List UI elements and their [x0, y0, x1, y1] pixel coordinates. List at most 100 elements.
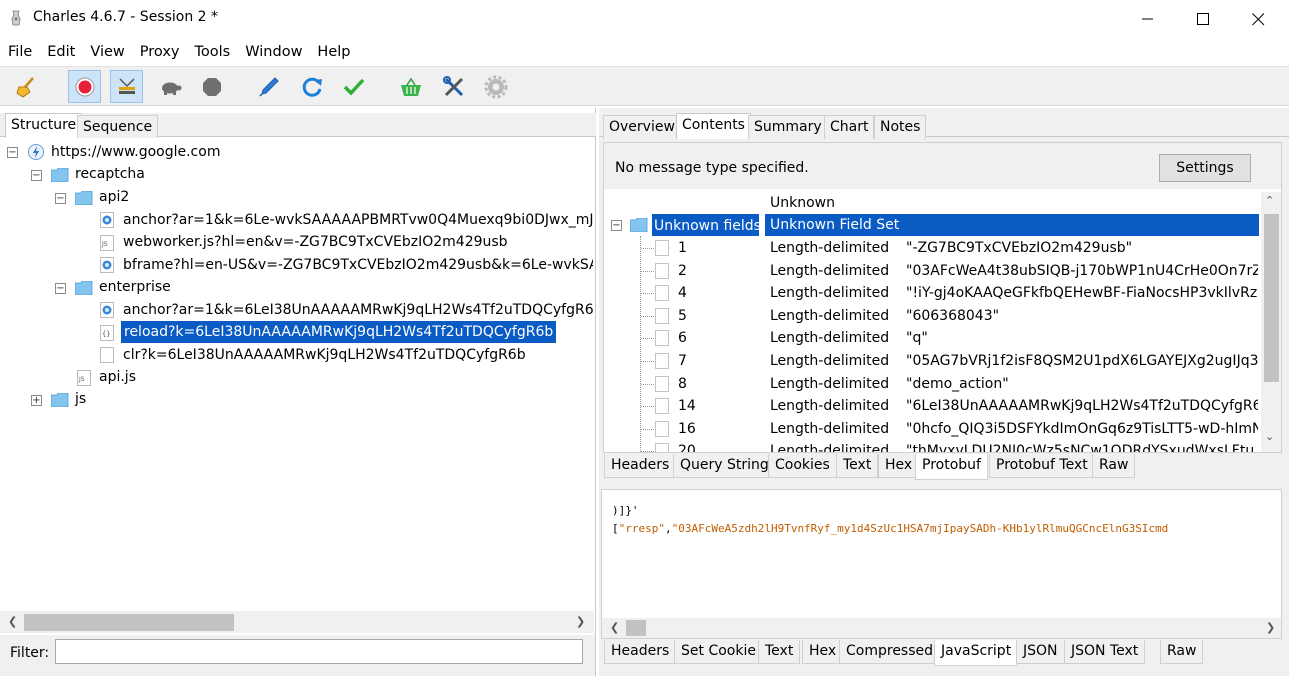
scrollbar-thumb[interactable]: [626, 620, 646, 636]
response-tab-raw[interactable]: Raw: [1160, 640, 1204, 664]
response-tab-headers[interactable]: Headers: [604, 640, 677, 664]
protobuf-field-row[interactable]: 16 Length-delimited "0hcfo_QIQ3i5DSFYkdImO…: [604, 418, 1260, 441]
scroll-left-icon[interactable]: ❮: [610, 621, 619, 634]
menu-bar: File Edit View Proxy Tools Window Help: [0, 41, 1289, 65]
compose-button[interactable]: [252, 70, 285, 103]
blank-file-icon: [100, 347, 114, 363]
field-type: Length-delimited: [770, 240, 890, 256]
settings-button[interactable]: [479, 70, 512, 103]
field-file-icon: [655, 375, 669, 392]
record-button[interactable]: [68, 70, 101, 103]
request-tab-text[interactable]: Text: [836, 454, 879, 478]
scroll-left-icon[interactable]: ❮: [8, 615, 17, 628]
collapse-api2-toggle[interactable]: −: [55, 193, 66, 204]
menu-file[interactable]: File: [0, 41, 39, 65]
menu-proxy[interactable]: Proxy: [132, 41, 187, 65]
protobuf-vertical-scrollbar[interactable]: ⌃ ⌄: [1261, 192, 1281, 452]
menu-edit[interactable]: Edit: [39, 41, 82, 65]
tab-chart[interactable]: Chart: [824, 115, 875, 139]
protobuf-field-row[interactable]: 4 Length-delimited "!iY-gj4oKAAQeGFkfbQEHe…: [604, 282, 1260, 305]
protobuf-field-row[interactable]: 5 Length-delimited "606368043": [604, 305, 1260, 328]
repeat-button[interactable]: [295, 70, 328, 103]
collapse-host-toggle[interactable]: −: [7, 147, 18, 158]
pen-icon: [258, 76, 279, 97]
response-tab-javascript[interactable]: JavaScript: [934, 640, 1019, 666]
scrollbar-thumb[interactable]: [24, 614, 234, 631]
title-bar: Charles 4.6.7 - Session 2 *: [0, 0, 1289, 38]
request-tab-raw[interactable]: Raw: [1092, 454, 1136, 478]
menu-tools[interactable]: Tools: [187, 41, 238, 65]
tab-contents[interactable]: Contents: [676, 113, 751, 139]
tree-item-anchor-enterprise[interactable]: anchor?ar=1&k=6LeI38UnAAAAAMRwKj9qLH2Ws4…: [123, 299, 593, 321]
scroll-up-icon[interactable]: ⌃: [1265, 194, 1274, 207]
response-tab-text[interactable]: Text: [758, 640, 801, 664]
tab-overview[interactable]: Overview: [603, 115, 681, 139]
host-icon: [28, 144, 44, 160]
tree-item-anchor-api2[interactable]: anchor?ar=1&k=6Le-wvkSAAAAAPBMRTvw0Q4Mue…: [123, 209, 593, 231]
protobuf-field-row[interactable]: 14 Length-delimited "6LeI38UnAAAAAMRwKj9qL…: [604, 395, 1260, 418]
scroll-right-icon[interactable]: ❯: [1266, 621, 1275, 634]
tab-notes[interactable]: Notes: [874, 115, 927, 139]
tree-item-bframe[interactable]: bframe?hl=en-US&v=-ZG7BC9TxCVEbzIO2m429u…: [123, 254, 593, 276]
response-tab-json-text[interactable]: JSON Text: [1064, 640, 1146, 664]
scrollbar-thumb[interactable]: [1264, 214, 1279, 382]
settings-button[interactable]: Settings: [1159, 154, 1251, 182]
tab-summary[interactable]: Summary: [748, 115, 828, 139]
stop-button[interactable]: [195, 70, 228, 103]
structure-horizontal-scrollbar[interactable]: ❮ ❯: [0, 611, 594, 633]
tree-folder-enterprise[interactable]: enterprise: [99, 276, 171, 298]
minimize-button[interactable]: [1125, 0, 1171, 38]
tree-item-reload-selected[interactable]: reload?k=6LeI38UnAAAAAMRwKj9qLH2Ws4Tf2uT…: [121, 321, 557, 343]
tab-structure[interactable]: Structure: [5, 113, 83, 139]
protobuf-field-row[interactable]: 1 Length-delimited "-ZG7BC9TxCVEbzIO2m429u…: [604, 237, 1260, 260]
request-tab-query-string[interactable]: Query String: [673, 454, 776, 478]
response-tab-json[interactable]: JSON: [1016, 640, 1065, 664]
tree-item-webworker[interactable]: webworker.js?hl=en&v=-ZG7BC9TxCVEbzIO2m4…: [123, 231, 508, 253]
json-key: "rresp": [618, 522, 665, 535]
clear-session-button[interactable]: [9, 70, 42, 103]
response-tab-compressed[interactable]: Compressed: [839, 640, 941, 664]
menu-help[interactable]: Help: [309, 41, 357, 65]
menu-view[interactable]: View: [82, 41, 131, 65]
request-tab-hex[interactable]: Hex: [878, 454, 920, 478]
request-tab-cookies[interactable]: Cookies: [768, 454, 837, 478]
settings-icon: [484, 75, 507, 98]
response-tab-set-cookie[interactable]: Set Cookie: [674, 640, 763, 664]
protobuf-field-row[interactable]: 6 Length-delimited "q": [604, 327, 1260, 350]
response-tab-hex[interactable]: Hex: [802, 640, 844, 664]
folder-icon: [51, 393, 69, 407]
tools-button[interactable]: [437, 70, 470, 103]
breakpoints-button[interactable]: [154, 70, 187, 103]
request-tab-protobuf[interactable]: Protobuf: [915, 454, 988, 480]
tab-sequence[interactable]: Sequence: [77, 115, 159, 139]
collapse-enterprise-toggle[interactable]: −: [55, 283, 66, 294]
shopping-basket-button[interactable]: [394, 70, 427, 103]
tree-folder-js[interactable]: js: [75, 388, 86, 410]
request-tab-protobuf-text[interactable]: Protobuf Text: [989, 454, 1095, 478]
throttle-button[interactable]: [110, 70, 143, 103]
collapse-recaptcha-toggle[interactable]: −: [31, 170, 42, 181]
collapse-unknown-fields-toggle[interactable]: −: [611, 220, 622, 231]
close-button[interactable]: [1235, 0, 1281, 38]
expand-js-toggle[interactable]: +: [31, 395, 42, 406]
scroll-right-icon[interactable]: ❯: [576, 615, 585, 628]
tree-folder-recaptcha[interactable]: recaptcha: [75, 163, 145, 185]
tree-folder-api2[interactable]: api2: [99, 186, 129, 208]
tree-item-clr[interactable]: clr?k=6LeI38UnAAAAAMRwKj9qLH2Ws4Tf2uTDQC…: [123, 344, 526, 366]
filter-input[interactable]: [55, 639, 583, 664]
tree-host[interactable]: https://www.google.com: [51, 141, 220, 163]
validate-button[interactable]: [337, 70, 370, 103]
protobuf-field-row[interactable]: 7 Length-delimited "05AG7bVRj1f2isF8QSM2U1…: [604, 350, 1260, 373]
scroll-down-icon[interactable]: ⌄: [1265, 430, 1274, 443]
maximize-button[interactable]: [1180, 0, 1226, 38]
response-horizontal-scrollbar[interactable]: ❮ ❯: [602, 618, 1281, 638]
tree-item-api-js[interactable]: api.js: [99, 366, 136, 388]
menu-window[interactable]: Window: [237, 41, 309, 65]
field-number: 5: [678, 307, 687, 324]
unknown-fields-node[interactable]: Unknown fields: [654, 215, 761, 237]
protobuf-field-row[interactable]: 8 Length-delimited "demo_action": [604, 373, 1260, 396]
tools-icon: [442, 75, 463, 96]
protobuf-field-row[interactable]: 2 Length-delimited "03AFcWeA4t38ubSIQB-j17…: [604, 260, 1260, 283]
request-tab-headers[interactable]: Headers: [604, 454, 677, 478]
protobuf-field-row[interactable]: 20 Length-delimited "thMyxvLDU2NI0cWz5sNCw…: [604, 440, 1260, 452]
